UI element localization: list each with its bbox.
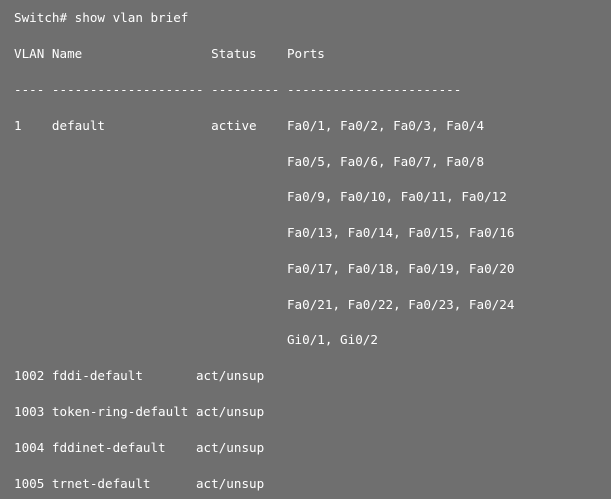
table-row: 1003 token-ring-default act/unsup <box>14 404 265 419</box>
table-row: Fa0/5, Fa0/6, Fa0/7, Fa0/8 <box>14 154 485 169</box>
table-row: 1004 fddinet-default act/unsup <box>14 440 265 455</box>
table-row: Fa0/9, Fa0/10, Fa0/11, Fa0/12 <box>14 189 507 204</box>
table-row: Fa0/21, Fa0/22, Fa0/23, Fa0/24 <box>14 297 515 312</box>
table-header: VLAN Name Status Ports <box>14 46 325 61</box>
command-line: Switch# show vlan brief <box>14 10 189 25</box>
table-row: 1002 fddi-default act/unsup <box>14 368 265 383</box>
table-row: Fa0/17, Fa0/18, Fa0/19, Fa0/20 <box>14 261 515 276</box>
table-separator: ---- -------------------- --------- ----… <box>14 82 462 97</box>
terminal-output: Switch# show vlan brief VLAN Name Status… <box>0 0 611 499</box>
table-row: 1 default active Fa0/1, Fa0/2, Fa0/3, Fa… <box>14 118 485 133</box>
table-row: Fa0/13, Fa0/14, Fa0/15, Fa0/16 <box>14 225 515 240</box>
table-row: 1005 trnet-default act/unsup <box>14 476 265 491</box>
table-row: Gi0/1, Gi0/2 <box>14 332 378 347</box>
